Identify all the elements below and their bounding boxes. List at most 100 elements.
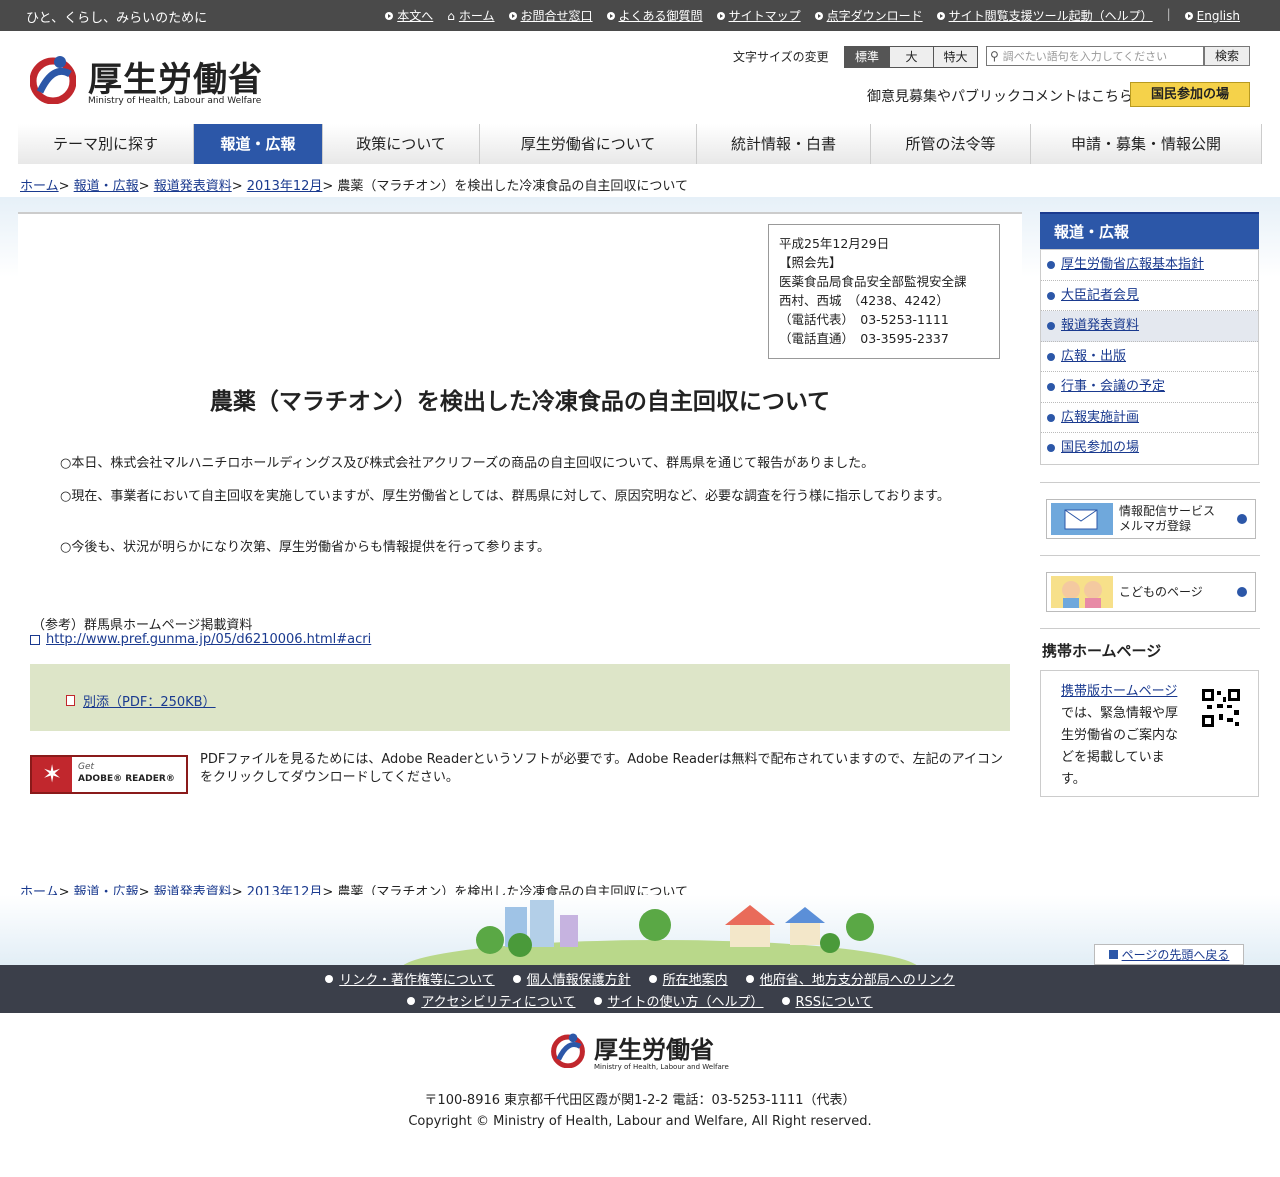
nav-theme-search[interactable]: テーマ別に探す	[18, 124, 194, 164]
sidebar-item-publications[interactable]: 広報・出版	[1041, 342, 1258, 372]
font-size-large-button[interactable]: 大	[889, 47, 933, 67]
attachment-pdf-link[interactable]: 別添（PDF：250KB）	[83, 691, 216, 710]
footer-logo-text: 厚生労働省	[594, 1036, 714, 1064]
footer-links: リンク・著作権等について 個人情報保護方針 所在地案内 他府省、地方支分部局への…	[0, 965, 1280, 1013]
back-to-top-link[interactable]: ページの先頭へ戻る	[1122, 948, 1230, 962]
search-button[interactable]: 検索	[1204, 46, 1250, 66]
search-input[interactable]: ⚲ 調べたい語句を入力してください	[986, 46, 1204, 66]
slogan: ひと、くらし、みらいのために	[26, 11, 208, 26]
sidebar-item-events[interactable]: 行事・会議の予定	[1041, 372, 1258, 403]
reader-name: ADOBE® READER®	[78, 774, 175, 784]
sidebar-item-label[interactable]: 広報実施計画	[1061, 410, 1139, 425]
reader-get: Get	[78, 762, 95, 772]
footer-link-other-ministries[interactable]: 他府省、地方支分部局へのリンク	[760, 969, 955, 988]
mobile-site-link[interactable]: 携帯版ホームページ	[1061, 684, 1177, 699]
sidebar-item-label[interactable]: 大臣記者会見	[1061, 288, 1139, 303]
arrow-up-icon	[1108, 950, 1118, 959]
back-to-top-button[interactable]: ページの先頭へ戻る	[1094, 944, 1244, 965]
link-braille-download[interactable]: 点字ダウンロード	[827, 7, 923, 24]
home-icon: ⌂	[447, 8, 455, 23]
nav-press[interactable]: 報道・広報	[194, 124, 323, 164]
public-participation-button[interactable]: 国民参加の場	[1130, 82, 1250, 107]
sidebar-item-label[interactable]: 広報・出版	[1061, 349, 1126, 364]
footer-link-location[interactable]: 所在地案内	[663, 969, 728, 988]
external-link-icon	[30, 634, 40, 645]
adobe-reader-icon: ✶	[32, 757, 72, 792]
sidebar-item-label[interactable]: 国民参加の場	[1061, 440, 1139, 455]
footer-address: 〒100-8916 東京都千代田区霞が関1-2-2 電話：03-5253-111…	[424, 1093, 856, 1108]
sidebar-heading[interactable]: 報道・広報	[1040, 212, 1259, 249]
nav-policy[interactable]: 政策について	[323, 124, 480, 164]
footer-link-privacy[interactable]: 個人情報保護方針	[527, 969, 631, 988]
link-faq[interactable]: よくある御質問	[619, 7, 703, 24]
divider	[1040, 628, 1260, 631]
sidebar-item-press-conference[interactable]: 大臣記者会見	[1041, 281, 1258, 311]
public-comment-text: 御意見募集やパブリックコメントはこちら	[867, 89, 1133, 105]
article-paragraph: ○現在、事業者において自主回収を実施していますが、厚生労働省としては、群馬県に対…	[60, 489, 950, 504]
font-size-xlarge-button[interactable]: 特大	[933, 47, 977, 67]
banner-line: 情報配信サービス	[1119, 504, 1216, 518]
reference-label: （参考）群馬県ホームページ掲載資料	[32, 618, 253, 633]
utility-links: 本文へ ⌂ ホーム お問合せ窓口 よくある御質問 サイトマップ 点字ダウンロード …	[385, 7, 1240, 24]
arrow-icon	[781, 996, 790, 1005]
footer-link-rss[interactable]: RSSについて	[796, 991, 873, 1010]
arrow-icon	[1237, 514, 1247, 524]
get-adobe-reader-button[interactable]: ✶ Get ADOBE® READER®	[30, 755, 188, 794]
contact-label: 【照会先】	[779, 255, 842, 270]
footer-link-copyright[interactable]: リンク・著作権等について	[339, 969, 494, 988]
footer-link-help[interactable]: サイトの使い方（ヘルプ）	[608, 991, 764, 1010]
arrow-icon	[508, 11, 517, 20]
divider	[1040, 482, 1260, 485]
breadcrumb-press[interactable]: 報道・広報	[74, 179, 139, 194]
arrow-icon	[814, 11, 823, 20]
breadcrumb: ホーム> 報道・広報> 報道発表資料> 2013年12月> 農薬（マラチオン）を…	[20, 179, 689, 194]
separator: |	[1166, 7, 1171, 21]
site-logo-subtitle: Ministry of Health, Labour and Welfare	[88, 96, 262, 106]
contact-people: 西村、西城 （4238、4242）	[779, 293, 949, 308]
reference-link[interactable]: http://www.pref.gunma.jp/05/d6210006.htm…	[46, 632, 371, 647]
sidebar-item-label[interactable]: 行事・会議の予定	[1061, 379, 1165, 394]
link-home[interactable]: ホーム	[459, 7, 495, 24]
kids-page-banner[interactable]: こどものページ	[1046, 572, 1256, 612]
contact-department: 医薬食品局食品安全部監視安全課	[779, 274, 967, 289]
arrow-icon	[745, 974, 754, 983]
breadcrumb-home[interactable]: ホーム	[20, 179, 59, 194]
arrow-icon	[936, 11, 945, 20]
breadcrumb-month[interactable]: 2013年12月	[247, 179, 323, 194]
divider	[1040, 555, 1260, 558]
nav-statistics[interactable]: 統計情報・白書	[697, 124, 871, 164]
breadcrumb-press-releases[interactable]: 報道発表資料	[154, 179, 232, 194]
sidebar-item-label[interactable]: 厚生労働省広報基本指針	[1061, 257, 1204, 272]
children-icon	[1051, 576, 1113, 608]
pdf-icon	[66, 695, 75, 706]
sidebar-list: 厚生労働省広報基本指針 大臣記者会見 報道発表資料 広報・出版 行事・会議の予定…	[1040, 249, 1259, 465]
arrow-icon	[593, 996, 602, 1005]
article-paragraph: ○今後も、状況が明らかになり次第、厚生労働省からも情報提供を行って参ります。	[60, 540, 551, 555]
link-contact[interactable]: お問合せ窓口	[521, 7, 593, 24]
arrow-icon	[385, 11, 394, 20]
sidebar-item-press-releases[interactable]: 報道発表資料	[1041, 311, 1258, 342]
sidebar-item-label[interactable]: 報道発表資料	[1061, 318, 1139, 333]
arrow-icon	[407, 996, 416, 1005]
contact-info-box: 平成25年12月29日 【照会先】 医薬食品局食品安全部監視安全課 西村、西城 …	[768, 224, 1000, 359]
qr-code-icon	[1201, 688, 1241, 728]
nav-about[interactable]: 厚生労働省について	[480, 124, 697, 164]
sidebar-item-basic-policy[interactable]: 厚生労働省広報基本指針	[1041, 250, 1258, 281]
mhlw-logo-icon	[551, 1033, 585, 1068]
search-icon: ⚲	[990, 49, 999, 63]
nav-laws[interactable]: 所管の法令等	[871, 124, 1031, 164]
font-size-standard-button[interactable]: 標準	[845, 47, 889, 67]
link-skip-to-content[interactable]: 本文へ	[397, 7, 433, 24]
nav-applications[interactable]: 申請・募集・情報公開	[1031, 124, 1262, 164]
footer-link-accessibility[interactable]: アクセシビリティについて	[421, 991, 575, 1010]
link-accessibility-tool[interactable]: サイト閲覧支援ツール起動（ヘルプ）	[949, 7, 1153, 24]
site-logo-text[interactable]: 厚生労働省	[88, 52, 263, 101]
link-english[interactable]: English	[1197, 9, 1240, 23]
mhlw-logo-icon[interactable]	[30, 54, 76, 104]
mail-magazine-banner[interactable]: 情報配信サービス メルマガ登録	[1046, 499, 1256, 539]
sidebar-item-participation[interactable]: 国民参加の場	[1041, 433, 1258, 464]
page-title: 農薬（マラチオン）を検出した冷凍食品の自主回収について	[209, 389, 831, 415]
link-sitemap[interactable]: サイトマップ	[729, 7, 801, 24]
town-illustration	[0, 895, 1280, 965]
sidebar-item-pr-plan[interactable]: 広報実施計画	[1041, 403, 1258, 433]
